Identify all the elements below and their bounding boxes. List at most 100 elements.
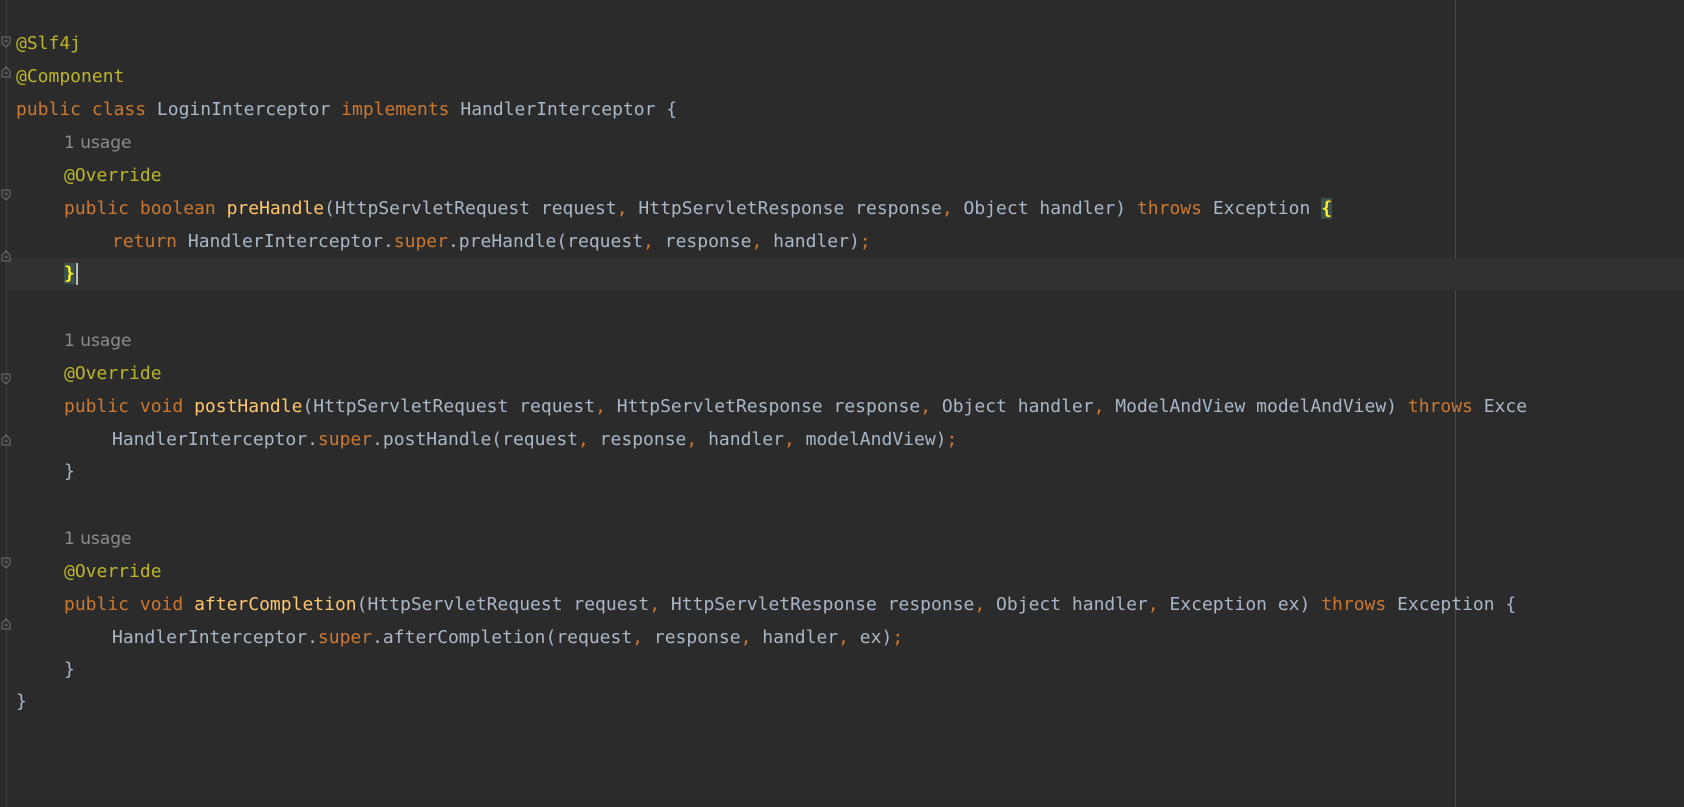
- params: HttpServletResponse response: [660, 594, 975, 615]
- comma: ,: [1147, 594, 1159, 615]
- params: Object handler): [952, 198, 1137, 219]
- code-line[interactable]: }: [16, 686, 27, 718]
- params: (HttpServletRequest request: [324, 198, 617, 219]
- code-line[interactable]: }: [64, 258, 78, 290]
- method-name: preHandle: [226, 198, 325, 219]
- usage-hint[interactable]: 1 usage: [64, 325, 132, 357]
- exception-type: Exception {: [1397, 594, 1517, 615]
- comma: ,: [649, 594, 661, 615]
- text-caret: [75, 263, 78, 285]
- code-line[interactable]: public class LoginInterceptor implements…: [16, 94, 677, 126]
- usage-hint[interactable]: 1 usage: [64, 523, 132, 555]
- keyword: void: [139, 594, 184, 615]
- comma: ,: [974, 594, 986, 615]
- params: (HttpServletRequest request: [302, 396, 596, 417]
- brace: }: [64, 659, 75, 680]
- annotation: @Override: [64, 363, 162, 384]
- params: HttpServletResponse response: [627, 198, 942, 219]
- keyword: public: [64, 396, 130, 417]
- fold-open-icon[interactable]: [0, 36, 12, 48]
- code-text: handler: [751, 627, 839, 648]
- code-line[interactable]: @Override: [64, 556, 162, 588]
- keyword: public: [64, 594, 130, 615]
- code-text: response: [653, 231, 752, 252]
- code-line[interactable]: @Component: [16, 61, 124, 93]
- code-editor[interactable]: @Slf4j @Component public class LoginInte…: [0, 0, 1684, 807]
- comma: ,: [920, 396, 932, 417]
- keyword: public: [16, 99, 82, 120]
- code-line[interactable]: public void postHandle(HttpServletReques…: [64, 391, 1527, 423]
- code-line[interactable]: @Override: [64, 160, 162, 192]
- keyword: throws: [1321, 594, 1387, 615]
- comma: ,: [740, 627, 752, 648]
- keyword: super: [317, 429, 373, 450]
- code-text: handler: [697, 429, 784, 450]
- params: Exception ex): [1158, 594, 1322, 615]
- semicolon: ;: [859, 231, 871, 252]
- class-name: LoginInterceptor: [156, 99, 331, 120]
- matched-brace: {: [1321, 198, 1333, 219]
- code-text: handler): [762, 231, 860, 252]
- current-line-highlight: [8, 258, 1684, 290]
- semicolon: ;: [892, 627, 904, 648]
- keyword: super: [317, 627, 373, 648]
- keyword: implements: [341, 99, 450, 120]
- interface-name: HandlerInterceptor: [460, 99, 656, 120]
- params: HttpServletResponse response: [605, 396, 921, 417]
- params: ModelAndView modelAndView): [1104, 396, 1408, 417]
- keyword: return: [112, 231, 178, 252]
- code-line[interactable]: public boolean preHandle(HttpServletRequ…: [64, 193, 1333, 225]
- fold-close-icon[interactable]: [0, 250, 12, 262]
- method-name: postHandle: [194, 396, 303, 417]
- code-line[interactable]: HandlerInterceptor.super.afterCompletion…: [112, 622, 903, 654]
- annotation: @Slf4j: [16, 33, 82, 54]
- params: Object handler: [985, 594, 1148, 615]
- code-line[interactable]: }: [64, 456, 75, 488]
- keyword: void: [139, 396, 184, 417]
- fold-open-icon[interactable]: [0, 373, 12, 385]
- code-line[interactable]: HandlerInterceptor.super.postHandle(requ…: [112, 424, 957, 456]
- semicolon: ;: [946, 429, 958, 450]
- code-text: HandlerInterceptor.: [112, 429, 318, 450]
- fold-close-icon[interactable]: [0, 66, 12, 78]
- code-line[interactable]: @Override: [64, 358, 162, 390]
- keyword: throws: [1407, 396, 1473, 417]
- params: Object handler: [931, 396, 1094, 417]
- code-text: response: [643, 627, 741, 648]
- keyword: throws: [1136, 198, 1202, 219]
- code-text: HandlerInterceptor.: [187, 231, 394, 252]
- code-line[interactable]: @Slf4j: [16, 28, 81, 60]
- comma: ,: [1093, 396, 1105, 417]
- fold-open-icon[interactable]: [0, 189, 12, 201]
- keyword: class: [91, 99, 147, 120]
- fold-close-icon[interactable]: [0, 434, 12, 446]
- method-name: afterCompletion: [194, 594, 357, 615]
- code-line[interactable]: public void afterCompletion(HttpServletR…: [64, 589, 1516, 621]
- code-line[interactable]: }: [64, 654, 75, 686]
- comma: ,: [632, 627, 644, 648]
- comma: ,: [578, 429, 589, 450]
- comma: ,: [783, 429, 795, 450]
- code-text: ex): [848, 627, 893, 648]
- annotation: @Override: [64, 165, 162, 186]
- code-line[interactable]: return HandlerInterceptor.super.preHandl…: [112, 226, 871, 258]
- usage-hint[interactable]: 1 usage: [64, 127, 132, 159]
- comma: ,: [643, 231, 654, 252]
- keyword: boolean: [139, 198, 216, 219]
- comma: ,: [686, 429, 698, 450]
- code-text: HandlerInterceptor.: [112, 627, 318, 648]
- comma: ,: [941, 198, 953, 219]
- code-text: .preHandle(request: [447, 231, 644, 252]
- fold-close-icon[interactable]: [0, 618, 12, 630]
- matched-brace: }: [64, 263, 75, 284]
- annotation: @Override: [64, 561, 162, 582]
- keyword: public: [64, 198, 130, 219]
- code-text: .afterCompletion(request: [372, 627, 633, 648]
- fold-open-icon[interactable]: [0, 557, 12, 569]
- exception-type: Exce: [1483, 396, 1528, 417]
- annotation: @Component: [16, 66, 125, 87]
- params: (HttpServletRequest request: [356, 594, 650, 615]
- brace: {: [666, 99, 678, 120]
- comma: ,: [616, 198, 628, 219]
- code-text: .postHandle(request: [372, 429, 578, 450]
